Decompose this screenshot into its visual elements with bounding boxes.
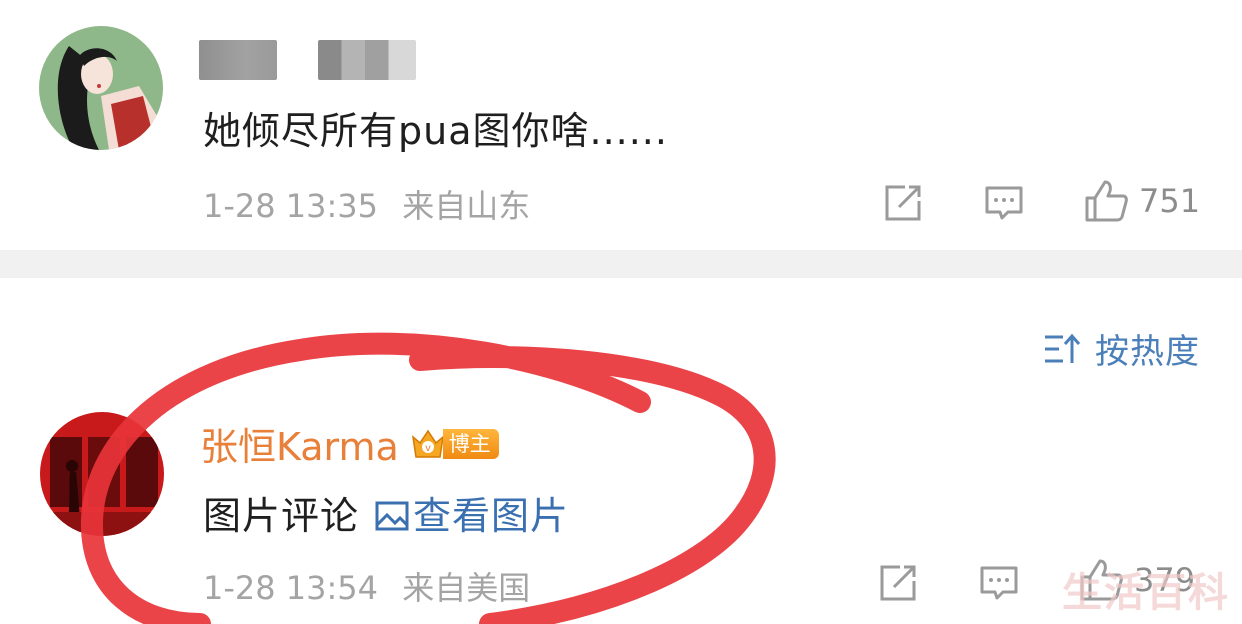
like-count: 751 bbox=[1139, 182, 1201, 220]
share-icon bbox=[880, 565, 916, 601]
reply-button[interactable] bbox=[979, 563, 1019, 603]
reply-button[interactable] bbox=[984, 183, 1024, 223]
thumbs-up-icon bbox=[1085, 180, 1128, 222]
blogger-badge: v 博主 bbox=[409, 425, 499, 463]
comment-2: 按热度 张恒Karma v 博主 图片评论 查看图片 1-28 13:54 来自… bbox=[0, 278, 1242, 624]
comment-icon bbox=[985, 186, 1023, 220]
comment-icon bbox=[980, 566, 1018, 600]
comment-text: 她倾尽所有pua图你啥...... bbox=[203, 109, 668, 153]
section-divider bbox=[0, 250, 1242, 278]
comment-meta: 1-28 13:35 来自山东 bbox=[203, 181, 530, 227]
watermark: 生活百科 bbox=[1062, 570, 1230, 616]
picture-icon bbox=[375, 501, 409, 531]
share-icon bbox=[885, 185, 921, 221]
sort-label: 按热度 bbox=[1095, 332, 1200, 372]
comment-1: 她倾尽所有pua图你啥...... 1-28 13:35 来自山东 751 bbox=[0, 0, 1242, 250]
view-picture-link[interactable]: 查看图片 bbox=[413, 494, 569, 538]
avatar[interactable] bbox=[40, 412, 164, 536]
author-name[interactable]: 张恒Karma bbox=[200, 416, 399, 471]
comment-location: 来自美国 bbox=[402, 569, 531, 607]
comment-time: 1-28 13:35 bbox=[203, 187, 379, 225]
crown-badge-icon: v bbox=[411, 429, 444, 458]
share-button[interactable] bbox=[878, 563, 918, 603]
svg-text:v: v bbox=[425, 443, 431, 454]
comment-meta: 1-28 13:54 来自美国 bbox=[203, 563, 530, 609]
author-row: 张恒Karma v 博主 bbox=[200, 416, 499, 471]
sort-by-hot-button[interactable]: 按热度 bbox=[1043, 324, 1200, 373]
avatar[interactable] bbox=[39, 26, 163, 150]
avatar-photo-icon bbox=[40, 412, 164, 536]
sort-icon bbox=[1045, 333, 1081, 363]
comment-text: 图片评论 查看图片 bbox=[203, 485, 569, 540]
share-button[interactable] bbox=[883, 183, 923, 223]
like-button[interactable]: 751 bbox=[1083, 178, 1200, 224]
comment-time: 1-28 13:54 bbox=[203, 569, 379, 607]
username-redacted bbox=[318, 40, 416, 80]
username-redacted bbox=[199, 40, 277, 80]
avatar-illustration-icon bbox=[39, 26, 163, 150]
comment-text-body: 图片评论 bbox=[203, 494, 360, 538]
badge-label: 博主 bbox=[442, 428, 499, 459]
comment-location: 来自山东 bbox=[402, 187, 531, 225]
